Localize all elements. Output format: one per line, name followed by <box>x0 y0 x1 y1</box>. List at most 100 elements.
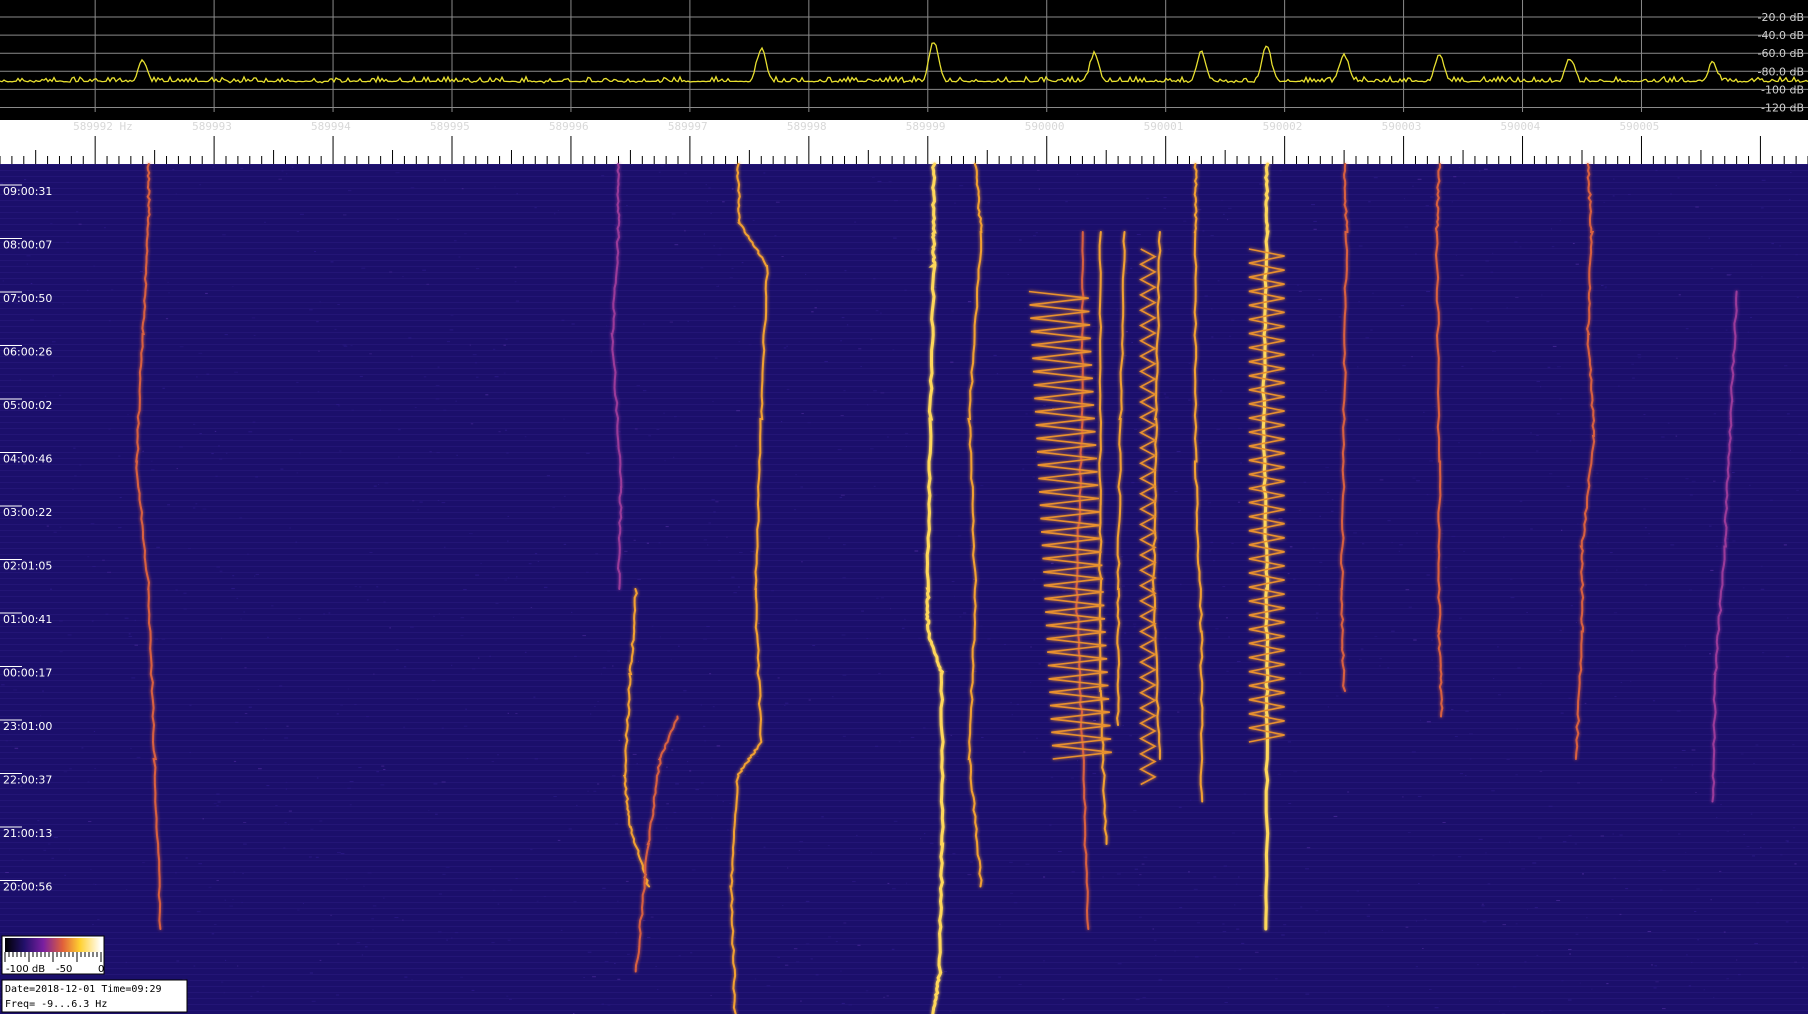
noise-speck <box>179 346 184 348</box>
noise-speck <box>291 166 294 168</box>
noise-speck <box>543 896 547 897</box>
noise-speck <box>1469 758 1472 760</box>
noise-speck <box>105 613 109 615</box>
noise-speck <box>1757 409 1761 411</box>
noise-speck <box>256 990 259 992</box>
noise-speck <box>62 303 64 305</box>
noise-speck <box>771 590 775 592</box>
noise-speck <box>1619 913 1622 915</box>
noise-speck <box>1287 573 1290 575</box>
noise-speck <box>1325 466 1329 468</box>
noise-speck <box>1790 172 1792 174</box>
noise-speck <box>1709 653 1712 655</box>
noise-speck <box>1661 436 1665 438</box>
noise-speck <box>30 319 34 321</box>
noise-speck <box>1274 372 1279 374</box>
noise-speck <box>394 917 399 918</box>
noise-speck <box>1126 273 1128 274</box>
noise-speck <box>1647 931 1652 932</box>
noise-speck <box>1486 321 1490 323</box>
noise-speck <box>512 616 515 618</box>
noise-speck <box>1071 871 1075 873</box>
noise-speck <box>458 256 461 258</box>
noise-speck <box>198 863 203 865</box>
noise-speck <box>644 488 646 490</box>
noise-speck <box>1451 201 1453 203</box>
noise-speck <box>1771 243 1774 245</box>
noise-speck <box>731 576 735 578</box>
noise-speck <box>328 612 331 614</box>
noise-speck <box>1353 532 1357 534</box>
noise-speck <box>176 468 178 470</box>
noise-speck <box>1065 201 1068 203</box>
colorbar-gradient <box>5 938 101 952</box>
noise-speck <box>703 638 707 640</box>
noise-speck <box>571 611 573 613</box>
noise-speck <box>185 857 188 859</box>
noise-speck <box>1367 904 1371 906</box>
noise-speck <box>827 845 830 847</box>
noise-speck <box>816 289 818 291</box>
noise-speck <box>1534 907 1538 909</box>
noise-speck <box>1318 584 1321 586</box>
noise-speck <box>703 233 705 235</box>
noise-speck <box>1434 1007 1439 1009</box>
noise-speck <box>731 267 734 269</box>
noise-speck <box>1431 639 1433 641</box>
noise-speck <box>713 511 716 513</box>
noise-speck <box>636 763 638 765</box>
noise-speck <box>1658 233 1660 235</box>
noise-speck <box>308 856 312 858</box>
noise-speck <box>336 713 339 715</box>
noise-speck <box>142 450 144 452</box>
noise-speck <box>53 531 57 533</box>
noise-speck <box>1062 590 1066 592</box>
noise-speck <box>1510 578 1513 580</box>
noise-speck <box>1761 276 1763 278</box>
noise-speck <box>801 561 803 563</box>
noise-speck <box>437 500 440 501</box>
noise-speck <box>903 618 906 620</box>
noise-speck <box>1723 782 1726 784</box>
noise-speck <box>1660 779 1663 781</box>
noise-speck <box>624 550 628 552</box>
noise-speck <box>226 452 228 454</box>
noise-speck <box>206 373 210 375</box>
noise-speck <box>87 781 90 783</box>
noise-speck <box>922 552 926 554</box>
noise-speck <box>1116 873 1121 875</box>
noise-speck <box>1719 870 1722 872</box>
noise-speck <box>354 704 357 705</box>
noise-speck <box>1591 988 1593 990</box>
noise-speck <box>435 398 440 400</box>
noise-speck <box>470 423 474 425</box>
noise-speck <box>1418 883 1420 884</box>
noise-speck <box>744 774 747 776</box>
noise-speck <box>877 180 882 182</box>
noise-speck <box>1530 432 1532 434</box>
noise-speck <box>1499 1000 1501 1002</box>
noise-speck <box>93 883 95 885</box>
noise-speck <box>214 430 217 432</box>
noise-speck <box>1632 377 1635 379</box>
noise-speck <box>1552 345 1557 347</box>
noise-speck <box>150 469 155 471</box>
noise-speck <box>1519 246 1522 248</box>
noise-speck <box>489 655 491 657</box>
noise-speck <box>657 988 659 990</box>
noise-speck <box>1204 295 1208 297</box>
noise-speck <box>671 213 676 215</box>
noise-speck <box>1540 683 1542 685</box>
noise-speck <box>1408 606 1412 608</box>
noise-speck <box>442 873 446 875</box>
noise-speck <box>475 574 480 576</box>
noise-speck <box>1783 544 1787 546</box>
noise-speck <box>856 834 858 836</box>
noise-speck <box>179 446 183 448</box>
noise-speck <box>1331 499 1334 501</box>
noise-speck <box>963 612 967 614</box>
noise-speck <box>1316 617 1318 619</box>
noise-speck <box>205 292 208 294</box>
noise-speck <box>597 701 600 703</box>
noise-speck <box>497 903 500 905</box>
